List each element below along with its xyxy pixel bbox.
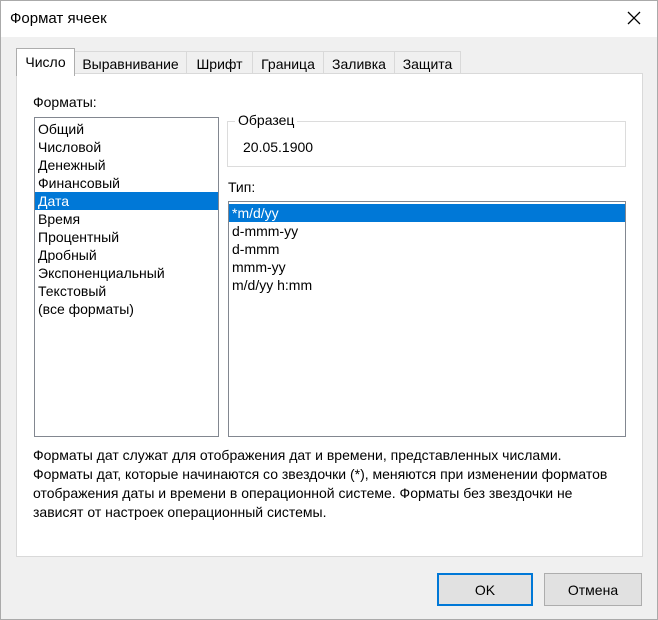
- type-label: Тип:: [228, 179, 256, 195]
- tab-label: Шрифт: [196, 56, 243, 72]
- tab-label: Число: [25, 54, 66, 70]
- format-item-currency[interactable]: Денежный: [35, 156, 218, 174]
- cancel-button[interactable]: Отмена: [544, 573, 642, 606]
- sample-label: Образец: [235, 112, 298, 128]
- type-item[interactable]: m/d/yy h:mm: [229, 276, 625, 294]
- format-cells-dialog: Формат ячеек Число Выравнивание Шрифт Гр…: [0, 0, 658, 620]
- format-item-time[interactable]: Время: [35, 210, 218, 228]
- format-description: Форматы дат служат для отображения дат и…: [33, 447, 608, 520]
- formats-listbox[interactable]: Общий Числовой Денежный Финансовый Дата …: [34, 117, 219, 437]
- format-item-all-formats[interactable]: (все форматы): [35, 300, 218, 318]
- tab-alignment[interactable]: Выравнивание: [74, 51, 187, 75]
- format-item-date[interactable]: Дата: [35, 192, 218, 210]
- format-item-percentage[interactable]: Процентный: [35, 228, 218, 246]
- tab-font[interactable]: Шрифт: [186, 51, 253, 75]
- close-button[interactable]: [611, 1, 657, 35]
- cancel-button-label: Отмена: [567, 581, 619, 598]
- tab-protection[interactable]: Защита: [394, 51, 461, 75]
- window-title: Формат ячеек: [10, 10, 107, 27]
- type-listbox[interactable]: *m/d/yy d-mmm-yy d-mmm mmm-yy m/d/yy h:m…: [228, 201, 626, 437]
- number-tab-panel: Форматы: Общий Числовой Денежный Финансо…: [16, 73, 643, 557]
- format-item-accounting[interactable]: Финансовый: [35, 174, 218, 192]
- type-item[interactable]: *m/d/yy: [229, 204, 625, 222]
- tab-label: Граница: [261, 56, 315, 72]
- format-item-fraction[interactable]: Дробный: [35, 246, 218, 264]
- formats-label: Форматы:: [33, 94, 97, 110]
- ok-button-label: OK: [474, 581, 496, 598]
- type-item[interactable]: d-mmm: [229, 240, 625, 258]
- ok-button[interactable]: OK: [437, 573, 533, 606]
- tab-label: Защита: [402, 56, 453, 72]
- type-item[interactable]: d-mmm-yy: [229, 222, 625, 240]
- format-item-text[interactable]: Текстовый: [35, 282, 218, 300]
- tab-number[interactable]: Число: [16, 48, 75, 76]
- tab-fill[interactable]: Заливка: [323, 51, 395, 75]
- sample-group: Образец 20.05.1900: [227, 112, 626, 167]
- title-bar: Формат ячеек: [1, 1, 657, 37]
- format-item-scientific[interactable]: Экспоненциальный: [35, 264, 218, 282]
- tab-label: Выравнивание: [82, 56, 179, 72]
- close-icon: [627, 11, 641, 25]
- format-item-general[interactable]: Общий: [35, 120, 218, 138]
- tab-border[interactable]: Граница: [252, 51, 324, 75]
- sample-value: 20.05.1900: [243, 139, 314, 155]
- format-item-numeric[interactable]: Числовой: [35, 138, 218, 156]
- type-item[interactable]: mmm-yy: [229, 258, 625, 276]
- tab-label: Заливка: [332, 56, 386, 72]
